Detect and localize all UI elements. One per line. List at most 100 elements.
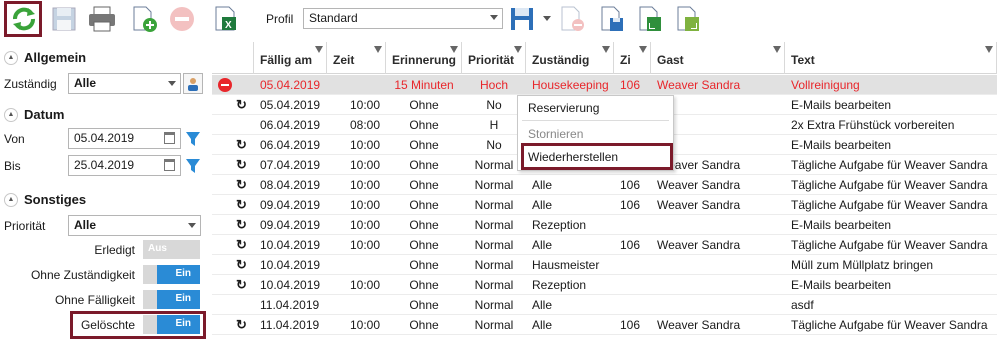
toggle-switch[interactable]: Ein bbox=[143, 265, 200, 284]
toggle-switch[interactable]: Aus bbox=[143, 240, 200, 259]
col-gast-cell: Weaver Sandra bbox=[657, 178, 741, 192]
table-row[interactable]: ↻ 10.04.2019 10:00 Ohne Normal Alle 106 Weaver … bbox=[212, 235, 997, 255]
zustaendig-select[interactable]: Alle bbox=[68, 73, 181, 94]
von-date-field[interactable]: 05.04.2019 bbox=[68, 128, 181, 149]
col-text-cell: 2x Extra Frühstück vorbereiten bbox=[791, 118, 955, 132]
column-title: Gast bbox=[657, 53, 684, 67]
filter-icon[interactable] bbox=[773, 46, 781, 53]
export-icon bbox=[677, 6, 699, 31]
prioritaet-label: Priorität bbox=[4, 219, 46, 233]
user-picker-button[interactable] bbox=[183, 73, 203, 94]
col-zeit-header[interactable]: Zeit bbox=[327, 42, 386, 74]
column-title: Zuständig bbox=[532, 53, 590, 67]
col-faellig-am-cell: 11.04.2019 bbox=[260, 298, 320, 312]
col-zi-cell: 106 bbox=[620, 178, 641, 192]
section-allgemein[interactable]: ▲ Allgemein bbox=[4, 50, 86, 65]
col-faellig-am-header[interactable]: Fällig am bbox=[254, 42, 327, 74]
section-sonstiges[interactable]: ▲ Sonstiges bbox=[4, 192, 86, 207]
calendar-icon[interactable] bbox=[164, 159, 175, 171]
table-row[interactable]: 11.04.2019 Ohne Normal Alle asdf bbox=[212, 295, 997, 315]
profil-value: Standard bbox=[309, 11, 358, 25]
col-gast-cell: Weaver Sandra bbox=[657, 158, 741, 172]
toggle-erledigt[interactable]: Erledigt Aus bbox=[94, 240, 200, 259]
col-prioritaet-cell: No bbox=[486, 138, 502, 152]
col-gast-cell: Weaver Sandra bbox=[657, 238, 741, 252]
toggle-switch[interactable]: Ein bbox=[143, 290, 200, 309]
save-button[interactable] bbox=[48, 3, 80, 35]
table-row[interactable]: ↻ 09.04.2019 10:00 Ohne Normal Alle 106 Weaver … bbox=[212, 195, 997, 215]
prioritaet-select[interactable]: Alle bbox=[68, 215, 201, 236]
col-erinnerung-cell: Ohne bbox=[409, 178, 439, 192]
col-erinnerung-header[interactable]: Erinnerung bbox=[386, 42, 462, 74]
table-row[interactable]: ↻ 10.04.2019 10:00 Ohne Normal Rezeption E-Mai… bbox=[212, 275, 997, 295]
print-icon bbox=[89, 6, 115, 32]
profil-select[interactable]: Standard bbox=[303, 8, 503, 29]
toggle-ohne-faelligkeit[interactable]: Ohne Fälligkeit Ein bbox=[55, 290, 200, 309]
filter-icon[interactable] bbox=[315, 46, 323, 53]
col-erinnerung-cell: Ohne bbox=[409, 138, 439, 152]
import-button[interactable] bbox=[634, 3, 666, 35]
section-datum[interactable]: ▲ Datum bbox=[4, 107, 64, 122]
col-gast-header[interactable]: Gast bbox=[651, 42, 785, 74]
recurring-icon: ↻ bbox=[236, 317, 247, 332]
col-faellig-am-cell: 07.04.2019 bbox=[260, 158, 321, 172]
toggle-ohne-zustaendigkeit[interactable]: Ohne Zuständigkeit Ein bbox=[31, 265, 200, 284]
col-erinnerung-cell: Ohne bbox=[409, 298, 439, 312]
col-gast-cell: Weaver Sandra bbox=[657, 198, 741, 212]
col-faellig-am-cell: 09.04.2019 bbox=[260, 198, 321, 212]
col-prioritaet-cell: Normal bbox=[474, 238, 514, 252]
filter-icon[interactable] bbox=[450, 46, 458, 53]
von-filter-button[interactable] bbox=[183, 128, 203, 149]
col-faellig-am-cell: 08.04.2019 bbox=[260, 178, 321, 192]
import-icon bbox=[639, 6, 661, 31]
print-button[interactable] bbox=[86, 3, 118, 35]
von-label: Von bbox=[4, 132, 25, 146]
col-zeit-cell: 10:00 bbox=[349, 238, 380, 252]
deleted-icon bbox=[218, 78, 232, 92]
filter-icon[interactable] bbox=[514, 46, 522, 53]
col-text-cell: E-Mails bearbeiten bbox=[791, 138, 892, 152]
col-zeit-cell: 10:00 bbox=[349, 318, 380, 332]
col-text-header[interactable]: Text bbox=[785, 42, 997, 74]
delete-button[interactable] bbox=[166, 3, 198, 35]
table-row[interactable]: ↻ 10.04.2019 Ohne Normal Hausmeister Müll zum… bbox=[212, 255, 997, 275]
chevron-down-icon[interactable] bbox=[543, 16, 551, 21]
von-value: 05.04.2019 bbox=[74, 131, 135, 145]
menu-item-stornieren[interactable]: Stornieren bbox=[528, 127, 583, 141]
table-row[interactable]: ↻ 09.04.2019 10:00 Ohne Normal Rezeption E-Mai… bbox=[212, 215, 997, 235]
col-zi-header[interactable]: Zi bbox=[614, 42, 651, 74]
col-zeit-cell: 10:00 bbox=[349, 98, 380, 112]
filter-icon[interactable] bbox=[602, 46, 610, 53]
toggle-label: Erledigt bbox=[94, 242, 135, 257]
col-prioritaet-header[interactable]: Priorität bbox=[462, 42, 526, 74]
col-zustaendig-cell: Alle bbox=[532, 178, 553, 192]
toggle-state: Ein bbox=[175, 293, 191, 304]
bis-filter-button[interactable] bbox=[183, 155, 203, 176]
excel-export-icon: X bbox=[215, 6, 236, 31]
zustaendig-label: Zuständig bbox=[4, 77, 57, 91]
excel-export-button[interactable]: X bbox=[210, 3, 242, 35]
section-title: Allgemein bbox=[24, 50, 87, 65]
bis-label: Bis bbox=[4, 159, 21, 173]
filter-icon[interactable] bbox=[639, 46, 647, 53]
table-row[interactable]: ↻ 11.04.2019 10:00 Ohne Normal Alle 106 Weaver … bbox=[212, 315, 997, 335]
delete-icon bbox=[170, 7, 194, 31]
new-button[interactable] bbox=[128, 3, 160, 35]
export-button[interactable] bbox=[672, 3, 704, 35]
table-row[interactable]: ↻ 08.04.2019 10:00 Ohne Normal Alle 106 Weaver … bbox=[212, 175, 997, 195]
col-erinnerung-cell: Ohne bbox=[409, 98, 439, 112]
filter-icon[interactable] bbox=[985, 46, 993, 53]
table-row[interactable]: 05.04.2019 15 Minuten Hoch Housekeeping 106 W… bbox=[212, 75, 997, 95]
bis-date-field[interactable]: 25.04.2019 bbox=[68, 155, 181, 176]
filter-icon[interactable] bbox=[374, 46, 382, 53]
col-zustaendig-header[interactable]: Zuständig bbox=[526, 42, 614, 74]
col-zeit-cell: 10:00 bbox=[349, 138, 380, 152]
save-as-profile-button[interactable] bbox=[596, 3, 628, 35]
menu-item-reservierung[interactable]: Reservierung bbox=[528, 101, 599, 115]
calendar-icon[interactable] bbox=[164, 132, 175, 144]
filter-icon bbox=[186, 131, 200, 146]
delete-profile-button[interactable] bbox=[556, 3, 588, 35]
col-text-cell: Tägliche Aufgabe für Weaver Sandra bbox=[791, 178, 988, 192]
save-profile-button[interactable] bbox=[506, 3, 538, 35]
context-menu: Reservierung Stornieren Wiederherstellen bbox=[517, 95, 674, 171]
